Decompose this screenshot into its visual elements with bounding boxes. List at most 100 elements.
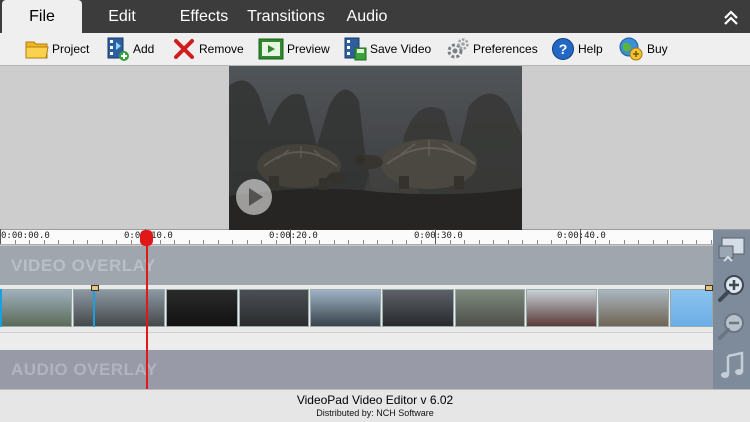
video-clip[interactable] [310,289,381,327]
ruler-tick [493,240,494,244]
help-button[interactable]: ? Help [551,35,603,63]
status-bar: VideoPad Video Editor v 6.02 Distributed… [0,389,750,422]
ruler-tick [130,240,132,244]
ruler-tick [551,240,552,244]
ruler-tick [290,229,291,244]
ruler-tick [333,240,335,244]
distributor-text: Distributed by: NCH Software [316,408,434,418]
ruler-tick [87,240,88,244]
ruler-tick [652,240,654,244]
toolbar: Project Add Remove Preview Save Video Pr… [0,33,750,66]
overlay-window-icon[interactable] [716,234,748,266]
ruler-tick [696,240,697,244]
ruler-tick [406,240,407,244]
ruler-tick [319,240,320,244]
video-clip[interactable] [239,289,309,327]
project-label: Project [52,42,90,56]
remove-button[interactable]: Remove [172,35,244,63]
timeline-ruler[interactable]: 0:00:00.0 0:00:10.0 0:00:20.0 0:00:30.0 … [0,229,713,245]
preferences-button[interactable]: Preferences [446,35,538,63]
empty-audio-track[interactable] [0,332,713,350]
tab-edit[interactable]: Edit [92,0,152,33]
ruler-tick [580,229,581,244]
gear-icon [447,38,469,59]
ruler-tick [101,240,103,244]
project-button[interactable]: Project [25,35,89,63]
tab-transitions[interactable]: Transitions [242,0,330,33]
video-clip[interactable] [166,289,238,327]
tab-effects[interactable]: Effects [170,0,238,33]
ruler-tick [478,240,480,244]
save-video-button[interactable]: Save Video [343,35,431,63]
timeline-side-panel [713,230,750,389]
ruler-label-0: 0:00:00.0 [1,231,50,241]
ruler-tick [159,240,161,244]
video-overlay-label: VIDEO OVERLAY [11,256,156,275]
ruler-tick [203,240,204,244]
ruler-tick [536,240,538,244]
app-version-text: VideoPad Video Editor v 6.02 [296,393,454,407]
preview-button[interactable]: Preview [258,35,330,63]
main-video-track[interactable] [0,285,713,332]
ruler-tick [72,240,74,244]
folder-icon [25,41,49,59]
preview-play-icon [258,38,284,60]
ruler-tick [710,240,712,244]
buy-button[interactable]: Buy [618,35,668,63]
ruler-tick [449,240,451,244]
ruler-tick [638,240,639,244]
menu-bar: File Edit Effects Transitions Audio [0,0,750,33]
clip-split-marker[interactable] [91,285,99,291]
remove-x-icon [174,39,194,59]
ruler-tick [681,240,683,244]
ruler-tick [188,240,190,244]
video-clip[interactable] [0,289,72,327]
ruler-tick [420,240,422,244]
save-video-icon [344,37,367,61]
video-clip[interactable] [598,289,669,327]
play-circle-icon[interactable] [235,178,273,216]
ruler-tick [116,240,117,244]
ruler-tick [522,240,523,244]
tab-audio[interactable]: Audio [336,0,398,33]
ruler-tick [594,240,596,244]
audio-overlay-track[interactable]: AUDIO OVERLAY [0,350,713,389]
video-clip[interactable] [526,289,597,327]
video-overlay-track[interactable]: VIDEO OVERLAY [0,246,713,285]
ruler-tick [609,240,610,244]
ruler-tick [29,240,30,244]
video-clip[interactable] [455,289,525,327]
help-icon: ? [552,38,574,60]
help-label: Help [578,42,603,56]
video-clip[interactable] [73,289,165,327]
ruler-tick [275,240,277,244]
double-chevron-up-icon[interactable] [720,6,742,28]
video-clip[interactable] [382,289,454,327]
preferences-label: Preferences [473,42,538,56]
clip-edge-marker [93,289,95,327]
clip-split-marker[interactable] [705,285,713,291]
zoom-in-icon[interactable] [716,272,748,304]
music-note-icon[interactable] [716,350,748,382]
video-preview-frame[interactable] [229,66,522,230]
ruler-tick [261,240,262,244]
ruler-tick [43,240,45,244]
ruler-label-40: 0:00:40.0 [557,231,606,241]
ruler-tick [507,240,509,244]
ruler-tick [435,229,436,244]
tab-file[interactable]: File [2,0,82,33]
playhead-handle[interactable] [140,230,153,246]
ruler-tick [246,240,248,244]
audio-overlay-label: AUDIO OVERLAY [11,360,158,379]
ruler-tick [58,240,59,244]
add-button[interactable]: Add [106,35,154,63]
ruler-tick [362,240,364,244]
ruler-tick [217,240,219,244]
video-clip[interactable] [670,289,713,327]
save-video-label: Save Video [370,42,432,56]
preview-area [0,66,750,230]
zoom-out-icon[interactable] [716,310,748,342]
playhead-line [146,236,148,389]
remove-label: Remove [199,42,244,56]
ruler-tick [391,240,393,244]
